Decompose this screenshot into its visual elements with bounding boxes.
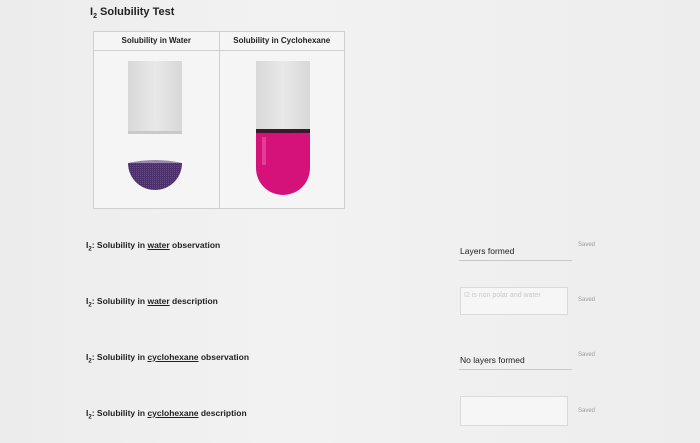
cyclohexane-test-tube-image xyxy=(255,61,310,195)
page-title: I2 Solubility Test xyxy=(90,6,175,21)
cyclohexane-observation-input[interactable]: No layers formed xyxy=(459,352,572,370)
question-cyclohexane-observation: I2: Solubility in cyclohexane observatio… xyxy=(86,352,250,365)
save-status: Saved xyxy=(578,408,596,414)
question-water-description: I2: Solubility in water description xyxy=(86,296,218,309)
water-description-textarea[interactable]: I2 is non polar and water xyxy=(460,287,568,315)
header-water: Solubility in Water xyxy=(94,32,220,50)
water-tube-cell xyxy=(94,51,220,208)
save-status: Saved xyxy=(578,242,596,248)
header-cyclohexane: Solubility in Cyclohexane xyxy=(233,36,331,45)
cyclohexane-description-textarea[interactable] xyxy=(460,396,568,426)
question-water-observation: I2: Solubility in water observation xyxy=(86,240,221,253)
water-test-tube-image xyxy=(128,61,182,190)
water-observation-input[interactable]: Layers formed xyxy=(459,243,572,261)
question-cyclohexane-description: I2: Solubility in cyclohexane descriptio… xyxy=(86,408,247,421)
solubility-table: Solubility in Water Solubility in Cycloh… xyxy=(93,31,345,209)
save-status: Saved xyxy=(578,297,596,303)
save-status: Saved xyxy=(578,352,596,358)
cyclohexane-tube-cell xyxy=(220,51,345,208)
table-header-row: Solubility in Water Solubility in Cycloh… xyxy=(94,32,344,51)
